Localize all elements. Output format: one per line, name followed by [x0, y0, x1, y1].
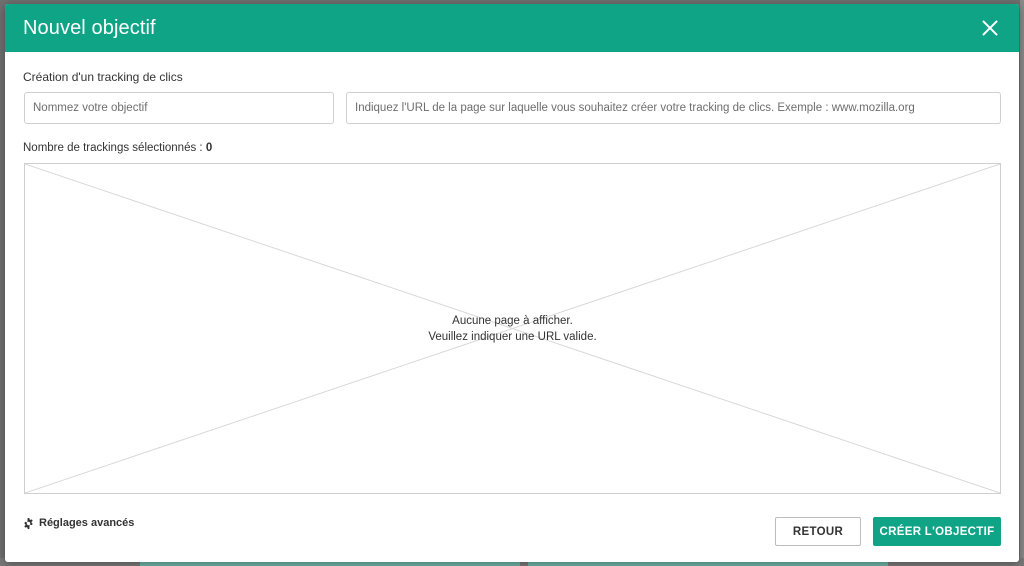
preview-message-line2: Veuillez indiquer une URL valide. — [428, 331, 597, 343]
create-goal-button[interactable]: CRÉER L'OBJECTIF — [873, 517, 1001, 546]
goal-name-input[interactable] — [24, 92, 334, 124]
close-icon[interactable] — [979, 17, 1001, 39]
back-button[interactable]: RETOUR — [775, 517, 861, 546]
advanced-settings-link[interactable]: Réglages avancés — [23, 517, 134, 529]
modal-header: Nouvel objectif — [5, 4, 1019, 52]
preview-message: Aucune page à afficher. Veuillez indique… — [25, 313, 1000, 345]
gear-icon — [24, 517, 33, 529]
page-url-input[interactable] — [346, 92, 1001, 124]
tracking-count-label: Nombre de trackings sélectionnés : — [23, 142, 206, 154]
tracking-count-value: 0 — [205, 142, 213, 154]
preview-message-line1: Aucune page à afficher. — [452, 315, 573, 327]
modal-title: Nouvel objectif — [23, 16, 156, 39]
advanced-settings-label: Réglages avancés — [39, 517, 135, 529]
new-goal-modal: Nouvel objectif Création d'un tracking d… — [5, 4, 1019, 562]
section-label: Création d'un tracking de clics — [23, 70, 183, 84]
tracking-count: Nombre de trackings sélectionnés : 0 — [23, 142, 212, 154]
backdrop-right — [1020, 0, 1024, 566]
page-preview: Aucune page à afficher. Veuillez indique… — [24, 163, 1001, 494]
